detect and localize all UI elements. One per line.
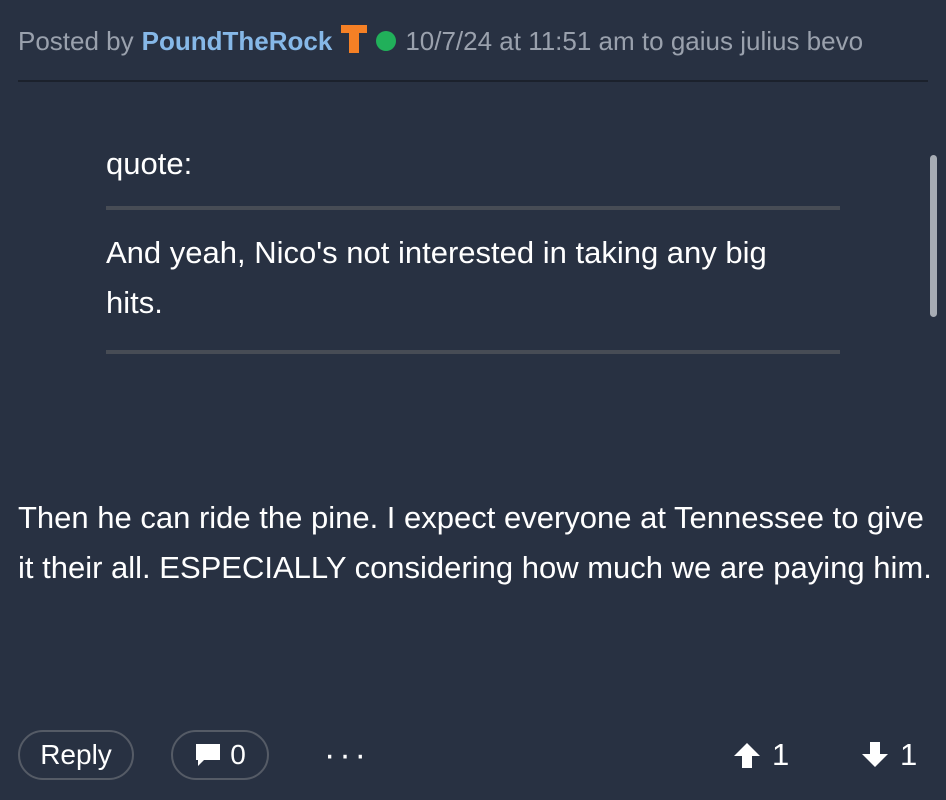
post-header: Posted by PoundTheRock 10/7/24 at 11:51 … xyxy=(18,0,928,82)
upvote-button[interactable]: 1 xyxy=(732,730,789,780)
reply-to-prefix: to xyxy=(641,25,664,56)
online-status-icon xyxy=(376,31,397,51)
author-link[interactable]: PoundTheRock xyxy=(142,26,333,57)
tennessee-t-icon xyxy=(340,24,368,54)
up-arrow-icon xyxy=(732,740,762,770)
comment-button[interactable]: 0 xyxy=(171,730,269,780)
reply-to-user[interactable]: gaius julius bevo xyxy=(671,26,863,56)
post-actions: Reply 0 ··· 1 1 xyxy=(0,730,946,782)
scrollbar[interactable] xyxy=(930,155,937,317)
upvote-count: 1 xyxy=(772,737,790,772)
reply-button[interactable]: Reply xyxy=(18,730,134,780)
timestamp-text: 10/7/24 at 11:51 am xyxy=(405,25,635,56)
downvote-button[interactable]: 1 xyxy=(860,730,917,780)
downvote-count: 1 xyxy=(900,737,918,772)
quote-divider-top xyxy=(106,206,840,210)
posted-by-label: Posted by xyxy=(18,25,134,56)
quote-block: quote: And yeah, Nico's not interested i… xyxy=(106,140,840,354)
post-meta-line: Posted by PoundTheRock 10/7/24 at 11:51 … xyxy=(18,24,863,58)
quote-text: And yeah, Nico's not interested in takin… xyxy=(106,235,767,320)
more-options-button[interactable]: ··· xyxy=(322,730,372,780)
down-arrow-icon xyxy=(860,740,890,770)
comment-count: 0 xyxy=(230,739,246,770)
post-body: Then he can ride the pine. I expect ever… xyxy=(18,500,932,585)
quote-label: quote: xyxy=(106,146,193,181)
quote-divider-bottom xyxy=(106,350,840,354)
post-timestamp: 10/7/24 at 11:51 am to gaius julius bevo xyxy=(405,26,863,57)
comment-icon xyxy=(194,741,222,769)
